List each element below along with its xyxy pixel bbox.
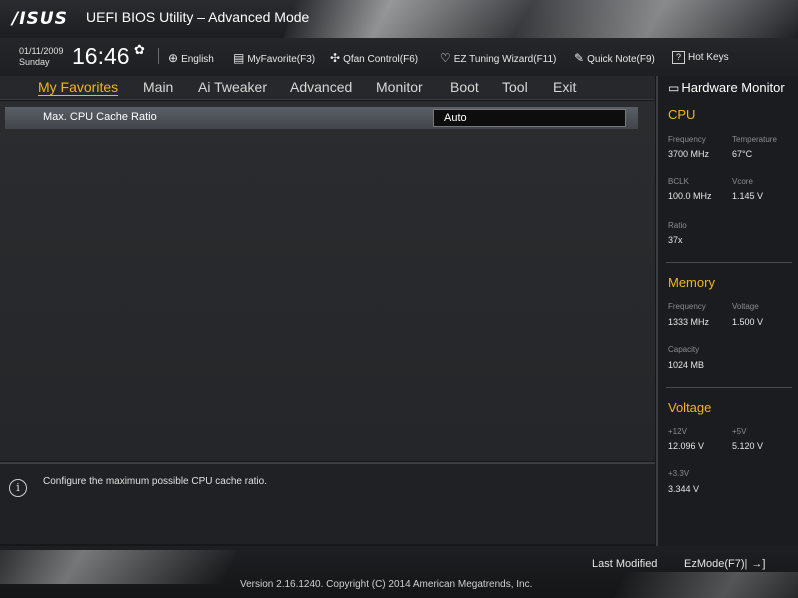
qfan-control-button[interactable]: ✣ Qfan Control(F6) bbox=[330, 51, 418, 65]
globe-icon: ⊕ bbox=[168, 51, 179, 65]
settings-panel: Max. CPU Cache Ratio Auto bbox=[0, 101, 655, 461]
ez-tuning-label: EZ Tuning Wizard(F11) bbox=[453, 54, 557, 65]
lightbulb-icon: ♡ bbox=[440, 51, 451, 65]
cpu-frequency-label: Frequency bbox=[668, 135, 706, 144]
decorative-streak bbox=[283, 0, 798, 38]
setting-row-max-cpu-cache-ratio[interactable]: Max. CPU Cache Ratio Auto bbox=[5, 107, 638, 129]
ratio-label: Ratio bbox=[668, 221, 687, 230]
v12-label: +12V bbox=[668, 427, 687, 436]
menu-bar: My Favorites Main Ai Tweaker Advanced Mo… bbox=[0, 76, 655, 100]
language-label: English bbox=[181, 54, 214, 65]
ratio-value: 37x bbox=[668, 235, 683, 245]
favorite-icon: ▤ bbox=[233, 51, 245, 65]
v5-label: +5V bbox=[732, 427, 747, 436]
memory-section-title: Memory bbox=[668, 275, 715, 290]
quick-note-button[interactable]: ✎ Quick Note(F9) bbox=[574, 51, 655, 65]
date-display: 01/11/2009 Sunday bbox=[19, 46, 63, 68]
setting-label: Max. CPU Cache Ratio bbox=[43, 111, 157, 123]
hot-keys-label: Hot Keys bbox=[688, 52, 729, 63]
section-divider bbox=[666, 262, 792, 263]
qfan-label: Qfan Control(F6) bbox=[343, 54, 419, 65]
hardware-monitor-label: Hardware Monitor bbox=[681, 80, 785, 95]
tab-advanced[interactable]: Advanced bbox=[290, 79, 352, 95]
v33-label: +3.3V bbox=[668, 469, 690, 478]
cpu-frequency-value: 3700 MHz bbox=[668, 149, 710, 159]
tab-monitor[interactable]: Monitor bbox=[376, 79, 423, 95]
tab-ai-tweaker[interactable]: Ai Tweaker bbox=[198, 79, 267, 95]
version-text: Version 2.16.1240. Copyright (C) 2014 Am… bbox=[240, 579, 533, 590]
decorative-streak bbox=[613, 572, 798, 598]
date-text: 01/11/2009 bbox=[19, 46, 64, 56]
divider bbox=[158, 48, 159, 64]
myfavorite-label: MyFavorite(F3) bbox=[247, 54, 316, 65]
memory-voltage-value: 1.500 V bbox=[732, 317, 764, 327]
last-modified-button[interactable]: Last Modified bbox=[592, 558, 657, 570]
tab-boot[interactable]: Boot bbox=[450, 79, 479, 95]
v5-value: 5.120 V bbox=[732, 441, 764, 451]
tab-exit[interactable]: Exit bbox=[553, 79, 576, 95]
decorative-streak bbox=[0, 550, 238, 584]
gear-icon[interactable]: ✿ bbox=[134, 43, 145, 58]
tab-tool[interactable]: Tool bbox=[502, 79, 528, 95]
hardware-monitor-panel: ▭ Hardware Monitor CPU Frequency 3700 MHz… bbox=[656, 76, 798, 546]
ez-tuning-wizard-button[interactable]: ♡ EZ Tuning Wizard(F11) bbox=[440, 51, 556, 65]
vcore-value: 1.145 V bbox=[732, 191, 764, 201]
toolbar: 01/11/2009 Sunday 16:46 ✿ ⊕ English ▤ MyFa… bbox=[0, 38, 798, 76]
clock: 16:46 bbox=[72, 43, 130, 69]
tab-main[interactable]: Main bbox=[143, 79, 173, 95]
section-divider bbox=[666, 387, 792, 388]
day-text: Sunday bbox=[19, 57, 50, 67]
asus-logo: /ISUS bbox=[12, 9, 68, 29]
capacity-value: 1024 MB bbox=[668, 360, 705, 370]
help-text: Configure the maximum possible CPU cache… bbox=[43, 476, 267, 487]
tab-my-favorites[interactable]: My Favorites bbox=[38, 79, 118, 95]
bclk-label: BCLK bbox=[668, 177, 689, 186]
capacity-label: Capacity bbox=[668, 345, 700, 354]
language-button[interactable]: ⊕ English bbox=[168, 51, 214, 65]
cpu-temperature-label: Temperature bbox=[732, 135, 777, 144]
ezmode-button[interactable]: EzMode(F7)| →] bbox=[684, 558, 765, 570]
app-title: UEFI BIOS Utility – Advanced Mode bbox=[86, 9, 310, 25]
vcore-label: Vcore bbox=[732, 177, 753, 186]
info-icon: i bbox=[9, 479, 27, 497]
help-panel: i Configure the maximum possible CPU cac… bbox=[0, 462, 655, 544]
ezmode-label: EzMode(F7)| bbox=[684, 558, 748, 570]
setting-value-field[interactable]: Auto bbox=[433, 109, 626, 127]
quick-note-label: Quick Note(F9) bbox=[587, 54, 655, 65]
hotkey-icon: ? bbox=[672, 51, 686, 64]
v12-value: 12.096 V bbox=[668, 441, 705, 451]
setting-value: Auto bbox=[444, 112, 467, 124]
myfavorite-button[interactable]: ▤ MyFavorite(F3) bbox=[233, 51, 315, 65]
note-icon: ✎ bbox=[574, 51, 585, 65]
memory-frequency-value: 1333 MHz bbox=[668, 317, 710, 327]
v33-value: 3.344 V bbox=[668, 484, 700, 494]
cpu-section-title: CPU bbox=[668, 107, 696, 122]
bclk-value: 100.0 MHz bbox=[668, 191, 712, 201]
footer: Last Modified EzMode(F7)| →] Version 2.16… bbox=[0, 546, 798, 598]
memory-voltage-label: Voltage bbox=[732, 302, 759, 311]
cpu-temperature-value: 67°C bbox=[732, 149, 753, 159]
monitor-icon: ▭ bbox=[668, 81, 680, 95]
hot-keys-button[interactable]: ? Hot Keys bbox=[672, 51, 729, 64]
memory-frequency-label: Frequency bbox=[668, 302, 706, 311]
hardware-monitor-title: ▭ Hardware Monitor bbox=[668, 80, 785, 95]
voltage-section-title: Voltage bbox=[668, 400, 712, 415]
exit-arrow-icon: →] bbox=[751, 558, 766, 570]
title-bar: /ISUS UEFI BIOS Utility – Advanced Mode bbox=[0, 0, 798, 38]
fan-icon: ✣ bbox=[330, 51, 341, 65]
